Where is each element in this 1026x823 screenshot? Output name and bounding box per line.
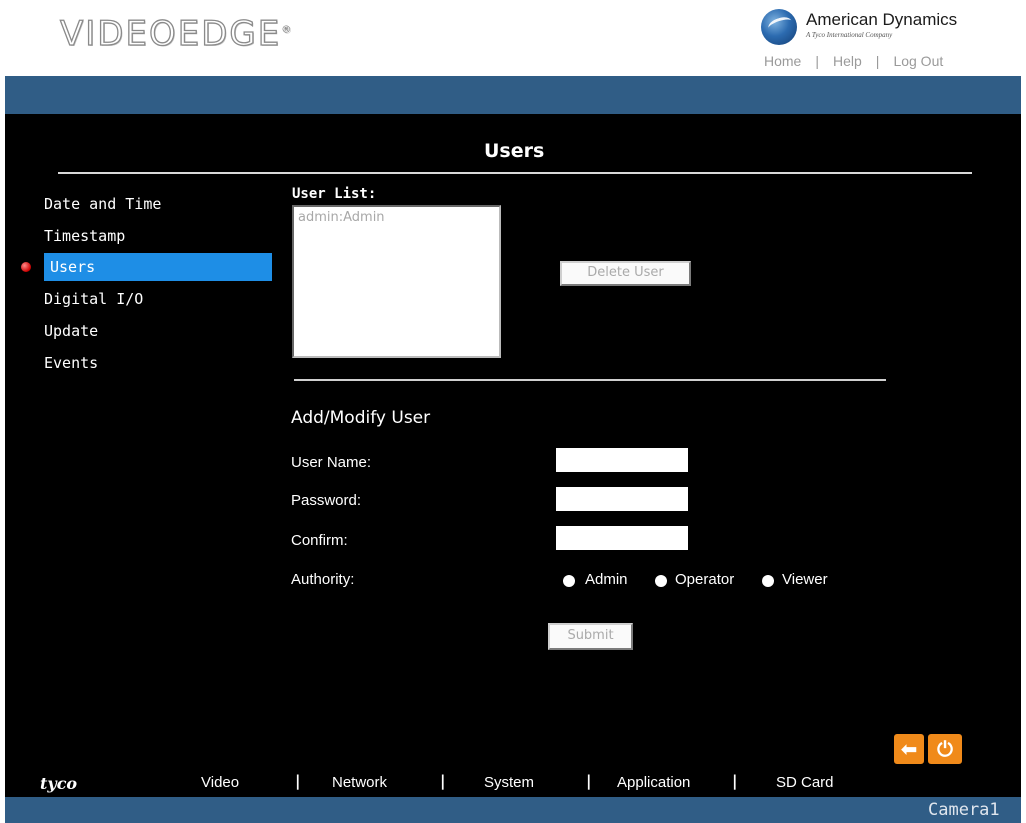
username-field[interactable] [556,448,688,472]
user-list-box[interactable] [292,205,501,358]
sidebar-item-digital-io[interactable]: Digital I/O [44,290,143,308]
add-modify-heading: Add/Modify User [291,408,431,428]
help-link[interactable]: Help [833,53,862,69]
viewer-radio-label: Viewer [782,571,828,588]
tyco-logo: tyco [40,774,78,793]
sidebar-item-users[interactable]: Users [50,258,95,276]
logout-link[interactable]: Log Out [893,53,943,69]
brand-name: American Dynamics [806,10,958,29]
brand-tagline: A Tyco International Company [806,31,893,39]
password-field[interactable] [556,487,688,511]
nav-sd-card[interactable]: SD Card [776,774,834,791]
sidebar-item-timestamp[interactable]: Timestamp [44,227,125,245]
viewer-radio[interactable] [762,575,774,587]
top-links: Home | Help | Log Out [764,53,943,69]
username-label: User Name: [291,454,372,471]
nav-separator: | [732,772,738,790]
home-link[interactable]: Home [764,53,801,69]
password-label: Password: [291,492,362,509]
nav-system[interactable]: System [484,774,534,791]
active-bullet-icon [21,262,31,272]
camera-name: Camera1 [928,800,1000,820]
sidebar-item-update[interactable]: Update [44,322,98,340]
main-panel [5,114,1021,797]
nav-network[interactable]: Network [332,774,387,791]
power-icon[interactable]: ⏻ [928,734,962,764]
delete-user-button[interactable]: Delete User [560,261,691,286]
confirm-label: Confirm: [291,532,348,549]
user-list-item[interactable]: admin:Admin [298,210,385,225]
header-band [5,76,1021,114]
sidebar-item-date-and-time[interactable]: Date and Time [44,195,161,213]
sidebar-item-events[interactable]: Events [44,354,98,372]
nav-separator: | [295,772,301,790]
operator-radio[interactable] [655,575,667,587]
confirm-password-field[interactable] [556,526,688,550]
authority-label: Authority: [291,571,355,588]
nav-application[interactable]: Application [617,774,690,791]
back-arrow-icon[interactable]: ⬅ [894,734,924,764]
admin-radio-label: Admin [585,571,628,588]
footer-bar [5,797,1021,823]
operator-radio-label: Operator [675,571,735,588]
link-separator: | [875,53,880,69]
nav-separator: | [440,772,446,790]
title-divider [58,172,972,174]
user-list-label: User List: [292,186,377,202]
section-divider [294,379,886,381]
link-separator: | [815,53,819,69]
admin-radio[interactable] [563,575,575,587]
nav-video[interactable]: Video [201,774,239,791]
page-title: Users [484,140,545,162]
nav-separator: | [586,772,592,790]
videoedge-logo: VIDEOEDGE® [59,13,294,54]
submit-button[interactable]: Submit [548,623,633,650]
